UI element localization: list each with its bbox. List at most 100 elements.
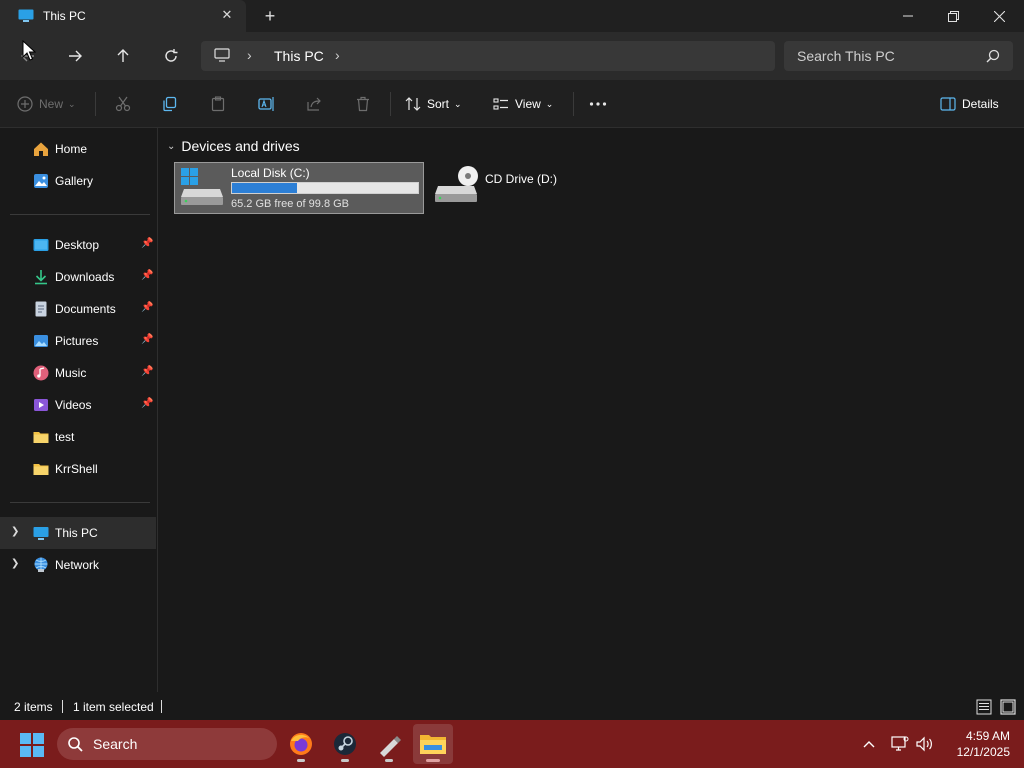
sidebar-item-videos[interactable]: Videos 📌 <box>0 389 156 421</box>
speaker-icon <box>916 736 932 752</box>
restore-button[interactable] <box>930 0 976 32</box>
chevron-right-icon[interactable]: ❯ <box>11 526 19 537</box>
search-input[interactable]: Search This PC <box>784 41 1013 71</box>
delete-button[interactable] <box>355 92 371 116</box>
sidebar-item-label: Gallery <box>55 174 94 188</box>
pictures-folder-icon <box>34 335 48 347</box>
drive-name: Local Disk (C:) <box>231 166 310 180</box>
file-explorer-icon <box>420 735 446 754</box>
sidebar-item-krrshell[interactable]: KrrShell <box>0 453 156 485</box>
taskbar-clock[interactable]: 4:59 AM 12/1/2025 <box>940 728 1010 760</box>
refresh-button[interactable] <box>155 40 187 72</box>
sidebar-item-home[interactable]: Home <box>0 133 156 165</box>
network-status-button[interactable] <box>890 734 910 754</box>
more-options-button[interactable] <box>589 92 607 116</box>
sidebar-item-documents[interactable]: Documents 📌 <box>0 293 156 325</box>
drive-usage-fill <box>232 183 298 193</box>
pin-icon: 📌 <box>141 398 154 409</box>
sort-button[interactable]: Sort ⌄ <box>405 92 462 116</box>
scissors-icon <box>115 96 131 112</box>
tab-this-pc[interactable]: This PC ✕ <box>0 0 246 32</box>
drive-tile-d[interactable]: CD Drive (D:) <box>431 162 591 214</box>
sidebar-item-gallery[interactable]: Gallery <box>0 165 156 197</box>
details-label: Details <box>962 97 999 111</box>
breadcrumb-chevron-icon[interactable]: › <box>335 47 340 63</box>
sidebar-item-test[interactable]: test <box>0 421 156 453</box>
breadcrumb-this-pc[interactable]: This PC <box>274 48 324 64</box>
sidebar-item-label: Music <box>55 366 87 380</box>
share-icon <box>307 97 321 111</box>
pin-icon: 📌 <box>141 238 154 249</box>
this-pc-icon <box>18 9 34 22</box>
divider <box>161 700 162 713</box>
pin-icon: 📌 <box>141 302 154 313</box>
taskbar-app-usb[interactable] <box>369 724 409 764</box>
this-pc-icon <box>33 527 49 540</box>
forward-button[interactable] <box>59 40 91 72</box>
sidebar-item-label: This PC <box>55 526 98 540</box>
forward-arrow-icon <box>69 50 82 62</box>
pin-icon: 📌 <box>141 366 154 377</box>
minimize-icon <box>903 15 913 17</box>
tab-close-icon[interactable]: ✕ <box>218 6 236 24</box>
breadcrumb-chevron-icon[interactable]: › <box>247 47 252 63</box>
running-indicator <box>385 759 393 762</box>
sidebar-item-label: test <box>55 430 75 444</box>
volume-button[interactable] <box>915 734 935 754</box>
chevron-down-icon[interactable]: ⌄ <box>167 141 175 152</box>
network-icon <box>34 557 48 572</box>
copy-button[interactable] <box>162 92 178 116</box>
new-tab-button[interactable]: + <box>260 6 280 26</box>
close-button[interactable] <box>976 0 1022 32</box>
sidebar-item-desktop[interactable]: Desktop 📌 <box>0 229 156 261</box>
details-view-icon[interactable] <box>976 699 992 715</box>
chevron-down-icon: ⌄ <box>545 98 554 109</box>
ellipsis-icon <box>589 102 607 106</box>
cd-drive-icon <box>435 166 478 202</box>
paste-button[interactable] <box>210 92 226 116</box>
tiles-view-icon[interactable] <box>1000 699 1016 715</box>
taskbar-search-label: Search <box>93 736 138 752</box>
command-bar: New ⌄ Sort ⌄ View ⌄ Details <box>0 80 1024 128</box>
new-button[interactable]: New ⌄ <box>17 92 76 116</box>
taskbar-steam[interactable] <box>325 724 365 764</box>
cut-button[interactable] <box>115 92 131 116</box>
sidebar-item-downloads[interactable]: Downloads 📌 <box>0 261 156 293</box>
sidebar-item-this-pc[interactable]: ❯ This PC <box>0 517 156 549</box>
up-button[interactable] <box>107 40 139 72</box>
rename-button[interactable] <box>258 92 276 116</box>
taskbar-file-explorer[interactable] <box>413 724 453 764</box>
chevron-down-icon: ⌄ <box>454 98 462 109</box>
folder-icon <box>33 464 49 475</box>
running-indicator <box>297 759 305 762</box>
running-indicator <box>341 759 349 762</box>
taskbar-firefox[interactable] <box>281 724 321 764</box>
new-label: New <box>39 97 64 111</box>
drive-tile-c[interactable]: Local Disk (C:) 65.2 GB free of 99.8 GB <box>174 162 424 214</box>
firefox-icon <box>290 733 312 755</box>
chevron-right-icon[interactable]: ❯ <box>11 558 19 569</box>
share-button[interactable] <box>306 92 322 116</box>
clock-date: 12/1/2025 <box>956 745 1010 759</box>
view-list-icon <box>493 98 508 110</box>
clock-time: 4:59 AM <box>965 729 1010 743</box>
start-windows-icon[interactable] <box>20 733 44 757</box>
close-icon <box>993 10 1005 22</box>
view-button[interactable]: View ⌄ <box>493 92 553 116</box>
group-header-devices[interactable]: ⌄ Devices and drives <box>167 138 300 154</box>
mouse-cursor-icon <box>22 40 36 61</box>
sidebar-item-label: Pictures <box>55 334 99 348</box>
music-folder-icon <box>33 365 49 381</box>
desktop-folder-icon <box>33 239 49 251</box>
navigation-pane: Home Gallery Desktop 📌 Downloads 📌 Docum… <box>0 128 158 692</box>
address-bar[interactable]: › This PC › <box>201 41 775 71</box>
sort-icon <box>405 97 421 111</box>
details-pane-button[interactable]: Details <box>940 92 999 116</box>
show-hidden-icons-button[interactable] <box>859 734 879 754</box>
taskbar-search-box[interactable]: Search <box>57 728 277 760</box>
sidebar-item-network[interactable]: ❯ Network <box>0 549 156 581</box>
sidebar-item-label: Network <box>55 558 100 572</box>
sidebar-item-music[interactable]: Music 📌 <box>0 357 156 389</box>
minimize-button[interactable] <box>885 0 931 32</box>
sidebar-item-pictures[interactable]: Pictures 📌 <box>0 325 156 357</box>
